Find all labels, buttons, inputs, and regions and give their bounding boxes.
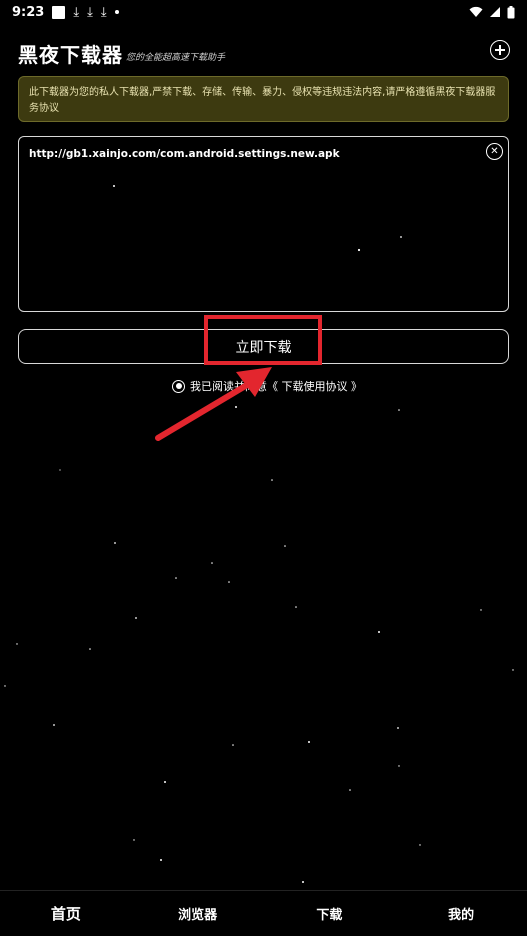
download-notification-icon: ⤓ [87, 4, 93, 20]
bottom-nav: 首页 浏览器 下载 我的 [0, 890, 527, 936]
more-notifications-dot-icon [114, 10, 119, 14]
status-bar: 9:23 ⤓ ⤓ ⤓ [0, 0, 527, 24]
status-time: 9:23 [12, 4, 45, 20]
agreement-radio[interactable] [172, 379, 185, 393]
agreement-row[interactable]: 我已阅读并同意《 下载使用协议 》 [172, 378, 362, 394]
notification-square-icon [52, 5, 66, 19]
app-screen: 9:23 ⤓ ⤓ ⤓ 黑夜下载器 您的全能超高速下载助手 此下载器为您的私人下载… [0, 0, 527, 936]
nav-item-mine[interactable]: 我的 [411, 904, 511, 923]
nav-item-download[interactable]: 下载 [279, 904, 379, 923]
status-right [469, 5, 515, 19]
url-input-value: http://gb1.xainjo.com/com.android.settin… [29, 148, 340, 160]
app-subtitle: 您的全能超高速下载助手 [126, 53, 226, 63]
url-input[interactable]: http://gb1.xainjo.com/com.android.settin… [18, 136, 509, 312]
download-notification-icon: ⤓ [100, 4, 107, 20]
battery-icon [507, 5, 515, 18]
agreement-text: 我已阅读并同意《 下载使用协议 》 [190, 380, 362, 393]
status-left: 9:23 ⤓ ⤓ ⤓ [12, 5, 119, 20]
clear-button[interactable]: ✕ [486, 143, 503, 160]
signal-icon [490, 7, 500, 17]
wifi-icon [469, 6, 483, 17]
nav-item-browser[interactable]: 浏览器 [148, 904, 248, 923]
close-icon: ✕ [490, 145, 499, 157]
highlight-box [204, 315, 322, 365]
notice-text: 此下载器为您的私人下载器,严禁下载、存储、传输、暴力、侵权等违规违法内容,请严格… [29, 87, 496, 114]
notice-banner: 此下载器为您的私人下载器,严禁下载、存储、传输、暴力、侵权等违规违法内容,请严格… [18, 76, 509, 122]
app-header: 黑夜下载器 您的全能超高速下载助手 [18, 36, 510, 68]
nav-item-home[interactable]: 首页 [16, 903, 116, 924]
download-notification-icon: ⤓ [73, 4, 80, 20]
add-button[interactable] [490, 40, 510, 60]
app-title: 黑夜下载器 [18, 43, 123, 67]
